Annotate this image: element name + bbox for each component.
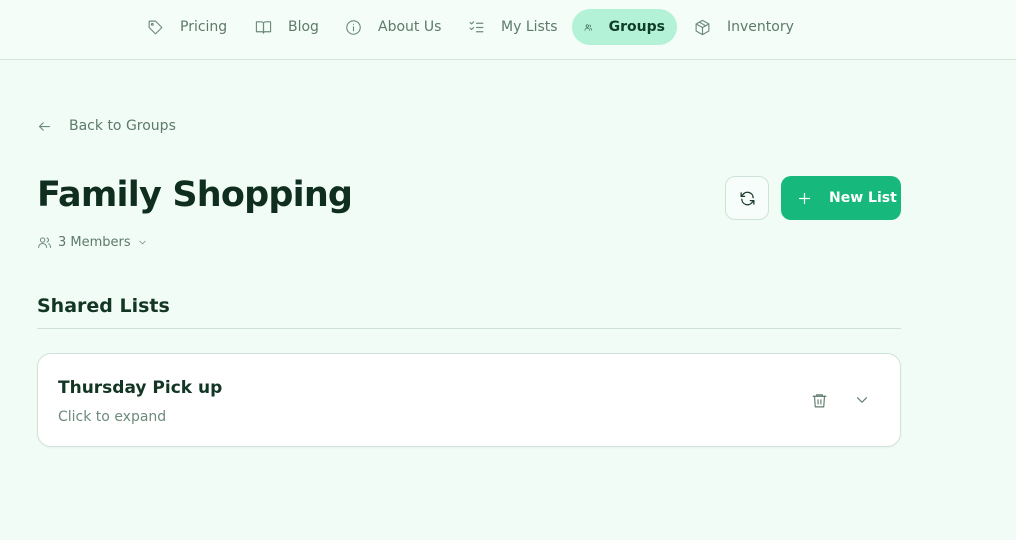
- list-subtitle: Click to expand: [58, 409, 167, 425]
- nav-item-label: About Us: [378, 19, 442, 35]
- nav-item-pricing[interactable]: Pricing: [135, 9, 239, 45]
- nav-item-my-lists[interactable]: My Lists: [456, 9, 570, 45]
- book-icon: [255, 20, 272, 34]
- nav-item-groups[interactable]: Groups: [572, 9, 677, 45]
- box-icon: [695, 19, 710, 35]
- arrow-left-icon: [38, 121, 51, 131]
- new-list-label: New List: [829, 190, 897, 206]
- users-icon: [38, 236, 51, 248]
- nav-item-blog[interactable]: Blog: [243, 9, 331, 45]
- section-divider: [37, 328, 901, 329]
- nav-item-label: My Lists: [501, 19, 558, 35]
- delete-list-button[interactable]: [806, 387, 832, 413]
- list-check-icon: [469, 20, 484, 32]
- list-card[interactable]: Thursday Pick up Click to expand: [37, 353, 901, 447]
- plus-icon: [798, 192, 811, 204]
- nav-item-label: Groups: [608, 19, 665, 35]
- nav-item-label: Inventory: [727, 19, 794, 35]
- nav-item-inventory[interactable]: Inventory: [682, 9, 806, 45]
- expand-list-button[interactable]: [849, 387, 875, 413]
- nav-item-about-us[interactable]: About Us: [333, 9, 453, 45]
- chevron-down-icon: [856, 397, 868, 403]
- refresh-button[interactable]: [725, 176, 769, 220]
- info-icon: [346, 19, 361, 35]
- nav-item-label: Pricing: [180, 19, 228, 35]
- refresh-icon: [739, 191, 755, 205]
- chevron-down-icon: [139, 240, 146, 244]
- top-navigation: Pricing Blog About Us My Lists Groups In…: [0, 0, 1016, 60]
- new-list-button[interactable]: New List: [781, 176, 901, 220]
- back-link-label: Back to Groups: [69, 118, 176, 134]
- back-to-groups-link[interactable]: Back to Groups: [37, 116, 176, 136]
- section-title: Shared Lists: [37, 295, 170, 317]
- members-dropdown[interactable]: 3 Members: [37, 233, 148, 251]
- nav-item-label: Blog: [288, 19, 319, 35]
- trash-icon: [812, 393, 826, 407]
- users-icon: [584, 24, 593, 31]
- page-title: Family Shopping: [37, 175, 353, 215]
- list-title: Thursday Pick up: [58, 378, 223, 398]
- members-count: 3 Members: [58, 234, 131, 250]
- tag-icon: [148, 20, 163, 34]
